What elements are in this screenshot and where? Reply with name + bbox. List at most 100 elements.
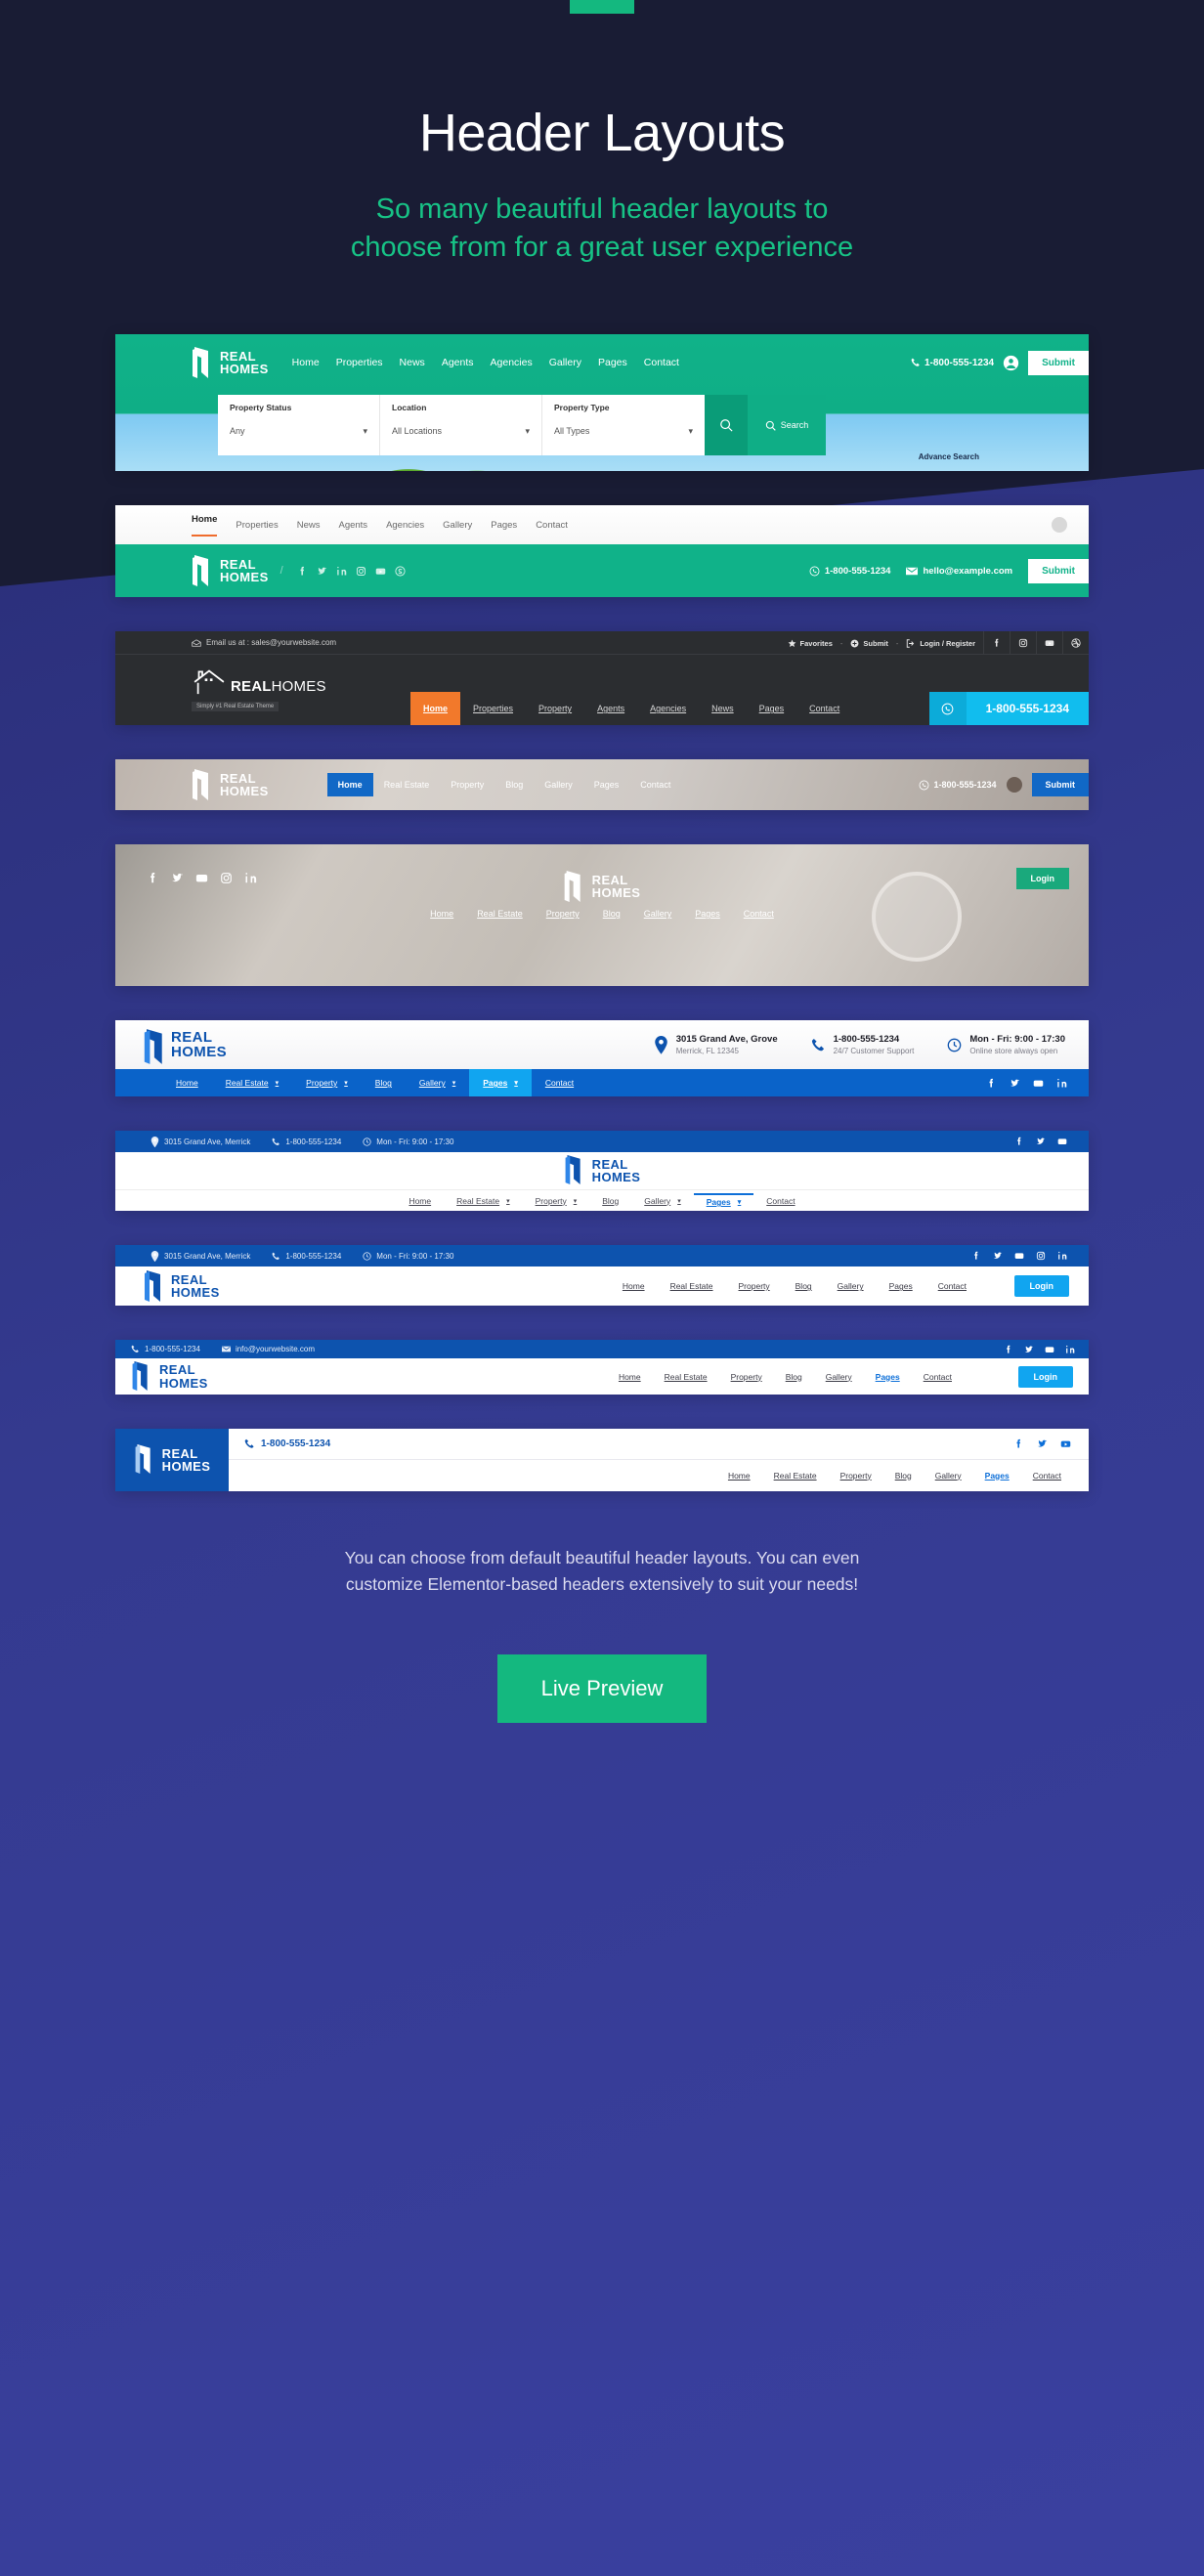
header3-nav[interactable]: Home Properties Property Agents Agencies News…: [410, 692, 852, 726]
nav-item-agencies[interactable]: Agencies: [637, 692, 699, 725]
logo[interactable]: REAL HOMES: [134, 1443, 211, 1477]
header9-nav[interactable]: Home Real Estate Property Blog Gallery Pages C…: [607, 1372, 964, 1382]
header-layout-10[interactable]: REAL HOMES 1-800-555-1234 Home Real Estat…: [115, 1429, 1089, 1492]
youtube-icon[interactable]: [1057, 1137, 1067, 1146]
nav-item-contact[interactable]: Contact: [536, 520, 568, 531]
nav-item-contact[interactable]: Contact: [912, 1372, 964, 1382]
nav-item-agents[interactable]: Agents: [442, 357, 474, 368]
twitter-icon[interactable]: [1024, 1345, 1034, 1354]
header3-link-submit[interactable]: Submit: [850, 639, 888, 648]
facebook-icon[interactable]: [986, 1078, 997, 1089]
header3-link-favorites[interactable]: Favorites: [788, 639, 833, 648]
search-zoom-button[interactable]: [705, 395, 748, 456]
youtube-icon[interactable]: [1033, 1078, 1044, 1089]
header-layout-9[interactable]: 1-800-555-1234 info@yourwebsite.com REAL …: [115, 1340, 1089, 1395]
topbar-item[interactable]: Mon - Fri: 9:00 - 17:30: [363, 1137, 453, 1147]
header-layout-1[interactable]: REAL HOMES Home Properties News Agents Agenc…: [115, 334, 1089, 472]
nav-item-contact[interactable]: Contact: [753, 1196, 807, 1206]
nav-item-real-estate[interactable]: Real Estate: [762, 1471, 829, 1481]
nav-item-real-estate[interactable]: Real Estate: [653, 1372, 719, 1382]
nav-item-home[interactable]: Home: [292, 357, 320, 368]
topbar-item[interactable]: 1-800-555-1234: [272, 1251, 341, 1262]
nav-item-property[interactable]: Property: [546, 909, 580, 919]
header7-social-links[interactable]: [1014, 1137, 1067, 1146]
nav-item-real-estate[interactable]: Real Estate: [658, 1281, 726, 1291]
header8-social-links[interactable]: [971, 1251, 1067, 1261]
instagram-icon[interactable]: [220, 872, 233, 884]
facebook-icon[interactable]: [1004, 1345, 1013, 1354]
youtube-icon[interactable]: [1014, 1251, 1024, 1261]
nav-item-agents[interactable]: Agents: [584, 692, 637, 725]
live-preview-button[interactable]: Live Preview: [497, 1654, 707, 1724]
header9-login-button[interactable]: Login: [1017, 1365, 1073, 1388]
nav-item-contact[interactable]: Contact: [1021, 1471, 1073, 1481]
header1-search-form[interactable]: Property Status Any ▾ Location All Locati…: [218, 395, 826, 456]
linkedin-icon[interactable]: [244, 872, 257, 884]
header7-nav[interactable]: Home Real Estate ▾ Property ▾ Blog Gallery ▾ Pag…: [115, 1189, 1089, 1211]
header-layout-5[interactable]: REAL HOMES Home Real Estate Property Blog Ga…: [115, 844, 1089, 987]
nav-item-property[interactable]: Property ▾: [523, 1196, 590, 1206]
header10-phone[interactable]: 1-800-555-1234: [244, 1438, 330, 1449]
nav-item-gallery[interactable]: Gallery: [534, 773, 583, 796]
search-submit-button[interactable]: Search: [748, 395, 826, 456]
nav-item-properties[interactable]: Properties: [336, 357, 383, 368]
nav-item-agents[interactable]: Agents: [338, 520, 367, 531]
nav-item-contact[interactable]: Contact: [925, 1281, 979, 1291]
nav-item-home[interactable]: Home: [607, 1372, 653, 1382]
nav-item-news[interactable]: News: [699, 692, 747, 725]
nav-item-agencies[interactable]: Agencies: [491, 357, 533, 368]
twitter-icon[interactable]: [1010, 1078, 1020, 1089]
youtube-icon[interactable]: [1045, 1345, 1054, 1354]
linkedin-icon[interactable]: [336, 566, 347, 577]
logo[interactable]: REAL HOMES: [564, 870, 641, 903]
avatar[interactable]: [1052, 517, 1067, 534]
header2-email[interactable]: hello@example.com: [906, 566, 1012, 577]
header1-phone[interactable]: 1-800-555-1234: [911, 358, 994, 368]
twitter-icon[interactable]: [1037, 1438, 1048, 1449]
youtube-icon[interactable]: [1036, 631, 1062, 656]
nav-item-property[interactable]: Property: [726, 1281, 783, 1291]
linkedin-icon[interactable]: [1056, 1078, 1067, 1089]
avatar[interactable]: [1006, 777, 1022, 794]
linkedin-icon[interactable]: [1057, 1251, 1067, 1261]
nav-item-blog[interactable]: Blog: [494, 773, 534, 796]
nav-item-properties[interactable]: Properties: [460, 692, 526, 725]
nav-item-home[interactable]: Home: [610, 1281, 658, 1291]
header-layout-8[interactable]: 3015 Grand Ave, Merrick 1-800-555-1234 Mon…: [115, 1245, 1089, 1307]
nav-item-blog[interactable]: Blog: [883, 1471, 924, 1481]
header3-phone-button[interactable]: 1-800-555-1234: [928, 692, 1089, 726]
nav-item-home[interactable]: Home: [410, 692, 461, 726]
nav-item-home[interactable]: Home: [396, 1196, 444, 1206]
header4-phone[interactable]: 1-800-555-1234: [919, 780, 997, 791]
nav-item-property[interactable]: Property: [829, 1471, 883, 1481]
topbar-item[interactable]: 1-800-555-1234: [272, 1137, 341, 1147]
logo[interactable]: REAL HOMES: [192, 554, 269, 587]
facebook-icon[interactable]: [1014, 1137, 1024, 1146]
nav-item-pages[interactable]: Pages: [695, 909, 720, 919]
topbar-item[interactable]: 3015 Grand Ave, Merrick: [150, 1250, 250, 1262]
nav-item-property[interactable]: Property: [526, 692, 584, 725]
header-layout-6[interactable]: REAL HOMES 3015 Grand Ave, Grove Merrick,…: [115, 1020, 1089, 1097]
logo[interactable]: REAL HOMES: [192, 346, 269, 379]
nav-item-property[interactable]: Property: [719, 1372, 774, 1382]
nav-item-blog[interactable]: Blog: [362, 1069, 406, 1096]
nav-item-gallery[interactable]: Gallery: [443, 520, 472, 531]
nav-item-pages[interactable]: Pages: [583, 773, 630, 796]
logo[interactable]: REAL HOMES: [192, 768, 269, 801]
nav-item-contact[interactable]: Contact: [796, 692, 852, 725]
header10-nav[interactable]: Home Real Estate Property Blog Gallery Pages C…: [229, 1460, 1089, 1490]
header2-submit-button[interactable]: Submit: [1028, 558, 1089, 583]
nav-item-real-estate[interactable]: Real Estate ▾: [444, 1196, 522, 1206]
nav-item-gallery[interactable]: Gallery: [825, 1281, 877, 1291]
nav-item-blog[interactable]: Blog: [589, 1196, 631, 1206]
topbar-item[interactable]: Mon - Fri: 9:00 - 17:30: [363, 1251, 453, 1262]
instagram-icon[interactable]: [1036, 1251, 1046, 1261]
nav-item-gallery[interactable]: Gallery: [644, 909, 672, 919]
header10-logo-box[interactable]: REAL HOMES: [115, 1429, 229, 1492]
nav-item-real-estate[interactable]: Real Estate: [373, 773, 441, 796]
nav-item-agencies[interactable]: Agencies: [386, 520, 424, 531]
header4-actions[interactable]: 1-800-555-1234 Submit: [919, 773, 1089, 797]
logo[interactable]: REAL HOMES: [131, 1360, 208, 1394]
header-layout-2[interactable]: Home Properties News Agents Agencies Gallery P…: [115, 505, 1089, 598]
header3-email[interactable]: Email us at : sales@yourwebsite.com: [192, 638, 336, 647]
